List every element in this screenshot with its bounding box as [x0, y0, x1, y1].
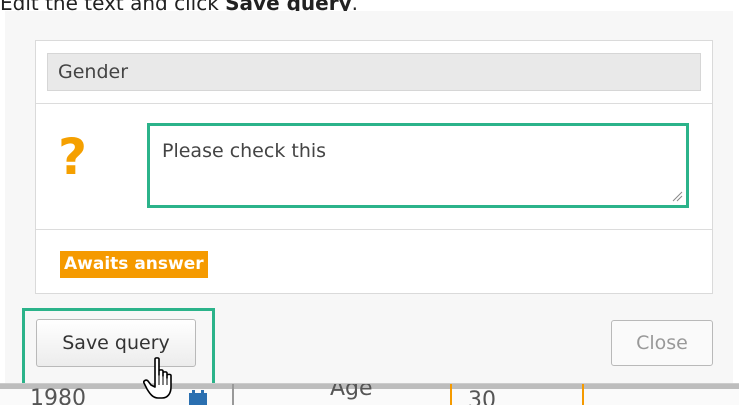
table-divider-orange-right	[582, 384, 584, 405]
resize-grip-icon[interactable]	[671, 190, 683, 202]
query-card: Gender ? Please check this Awaits answer	[35, 40, 713, 294]
query-comment-text: Please check this	[162, 140, 327, 162]
table-cell-year: 1980	[30, 386, 86, 405]
query-comment-textarea[interactable]: Please check this	[147, 123, 689, 208]
table-divider	[232, 384, 234, 405]
table-cell-label: Age	[330, 383, 373, 401]
status-badge: Awaits answer	[60, 251, 208, 278]
calendar-icon	[189, 390, 207, 405]
screenshot: Edit the text and click Save query. Gend…	[0, 0, 739, 405]
query-comment-row: ? Please check this	[36, 103, 712, 230]
hand-cursor-icon	[143, 357, 172, 399]
field-label: Gender	[47, 53, 701, 91]
close-button[interactable]: Close	[611, 320, 713, 366]
background-table: 1980 Age 30	[0, 383, 739, 405]
table-divider-orange	[450, 384, 452, 405]
table-cell-value: 30	[468, 388, 496, 405]
question-mark-icon: ?	[58, 128, 88, 186]
